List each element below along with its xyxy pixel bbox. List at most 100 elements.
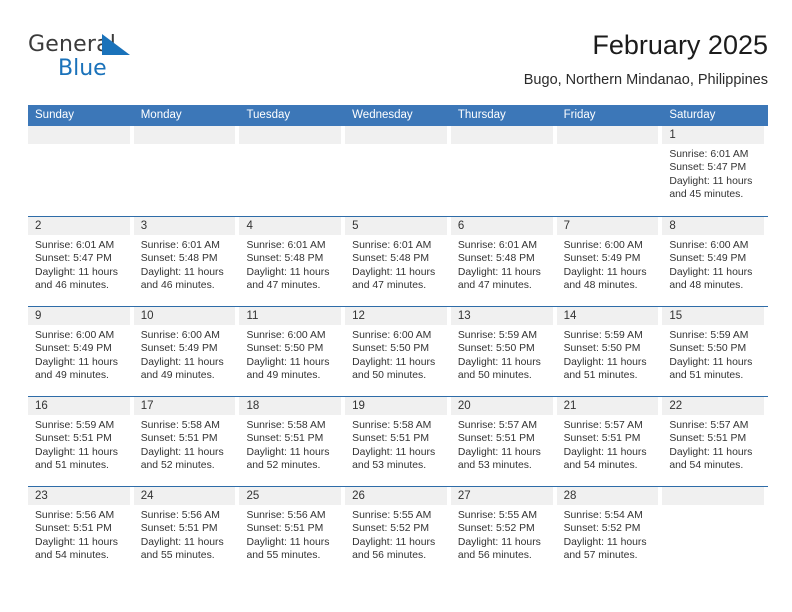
sunrise-text: Sunrise: 5:56 AM xyxy=(140,510,220,521)
calendar-day-cell-empty xyxy=(662,487,768,576)
calendar-day-cell-empty xyxy=(28,126,134,216)
calendar-day-cell[interactable]: 2 Sunrise: 6:01 AM Sunset: 5:47 PM Daylight… xyxy=(28,217,134,306)
sunset-text: Sunset: 5:49 PM xyxy=(140,343,218,355)
daylight-text: Daylight: 11 hours and 51 minutes. xyxy=(669,356,753,381)
logo-text-blue: Blue xyxy=(58,56,107,81)
day-details: Sunrise: 6:01 AM Sunset: 5:47 PM Daylight:… xyxy=(662,144,764,201)
sunrise-text: Sunrise: 5:59 AM xyxy=(35,420,115,431)
calendar-day-cell[interactable]: 6 Sunrise: 6:01 AM Sunset: 5:48 PM Daylight… xyxy=(450,217,557,306)
day-details: Sunrise: 5:57 AM Sunset: 5:51 PM Daylight:… xyxy=(451,415,553,472)
day-details: Sunrise: 6:01 AM Sunset: 5:48 PM Daylight:… xyxy=(451,235,553,292)
calendar-day-cell[interactable]: 4 Sunrise: 6:01 AM Sunset: 5:48 PM Daylight… xyxy=(239,217,345,306)
calendar-day-cell[interactable]: 27 Sunrise: 5:55 AM Sunset: 5:52 PM Dayligh… xyxy=(450,487,557,576)
calendar-week-row: 1 Sunrise: 6:01 AM Sunset: 5:47 PM Daylight… xyxy=(28,126,768,216)
daylight-text: Daylight: 11 hours and 56 minutes. xyxy=(352,536,436,561)
calendar-day-cell-empty xyxy=(345,126,451,216)
calendar-day-cell[interactable]: 16 Sunrise: 5:59 AM Sunset: 5:51 PM Dayligh… xyxy=(28,397,134,486)
calendar-day-cell[interactable]: 9 Sunrise: 6:00 AM Sunset: 5:49 PM Daylight… xyxy=(28,307,134,396)
sunrise-text: Sunrise: 5:59 AM xyxy=(457,330,538,341)
calendar-day-cell[interactable]: 13 Sunrise: 5:59 AM Sunset: 5:50 PM Dayligh… xyxy=(450,307,557,396)
calendar-day-cell[interactable]: 1 Sunrise: 6:01 AM Sunset: 5:47 PM Daylight… xyxy=(662,126,768,216)
calendar-day-cell[interactable]: 15 Sunrise: 5:59 AM Sunset: 5:50 PM Dayligh… xyxy=(662,307,768,396)
calendar-day-cell[interactable]: 23 Sunrise: 5:56 AM Sunset: 5:51 PM Dayligh… xyxy=(28,487,134,576)
weekday-header-thursday: Thursday xyxy=(457,109,506,121)
calendar-weeks: 1 Sunrise: 6:01 AM Sunset: 5:47 PM Daylight… xyxy=(28,126,768,576)
sunset-text: Sunset: 5:52 PM xyxy=(457,523,535,535)
day-number: 1 xyxy=(662,126,765,144)
day-number: 21 xyxy=(556,397,659,415)
sunset-text: Sunset: 5:49 PM xyxy=(563,253,641,265)
sunset-text: Sunset: 5:49 PM xyxy=(669,253,747,265)
calendar-day-cell[interactable]: 11 Sunrise: 6:00 AM Sunset: 5:50 PM Dayligh… xyxy=(239,307,345,396)
day-details: Sunrise: 5:57 AM Sunset: 5:51 PM Daylight:… xyxy=(662,415,764,472)
calendar-day-cell[interactable]: 20 Sunrise: 5:57 AM Sunset: 5:51 PM Dayligh… xyxy=(450,397,557,486)
day-number: 28 xyxy=(556,487,659,505)
daylight-text: Daylight: 11 hours and 57 minutes. xyxy=(563,536,647,561)
day-details: Sunrise: 5:58 AM Sunset: 5:51 PM Daylight:… xyxy=(345,415,447,472)
daylight-text: Daylight: 11 hours and 50 minutes. xyxy=(457,356,541,381)
day-number: 18 xyxy=(239,397,342,415)
sunset-text: Sunset: 5:51 PM xyxy=(35,433,112,445)
calendar-day-cell[interactable]: 25 Sunrise: 5:56 AM Sunset: 5:51 PM Dayligh… xyxy=(239,487,345,576)
sunset-text: Sunset: 5:50 PM xyxy=(563,343,641,355)
day-details: Sunrise: 6:01 AM Sunset: 5:47 PM Daylight:… xyxy=(28,235,130,292)
day-number xyxy=(345,126,447,144)
calendar-day-cell-empty xyxy=(239,126,345,216)
calendar-day-cell-empty xyxy=(450,126,557,216)
day-number: 9 xyxy=(28,307,130,325)
day-number: 26 xyxy=(345,487,447,505)
calendar-day-cell[interactable]: 26 Sunrise: 5:55 AM Sunset: 5:52 PM Dayligh… xyxy=(345,487,451,576)
page-title: February 2025 xyxy=(592,30,768,60)
calendar-day-cell[interactable]: 14 Sunrise: 5:59 AM Sunset: 5:50 PM Dayligh… xyxy=(556,307,663,396)
calendar-day-cell[interactable]: 28 Sunrise: 5:54 AM Sunset: 5:52 PM Dayligh… xyxy=(556,487,663,576)
weekday-header-sunday: Sunday xyxy=(35,109,75,121)
calendar-day-cell[interactable]: 19 Sunrise: 5:58 AM Sunset: 5:51 PM Dayligh… xyxy=(345,397,451,486)
day-number: 7 xyxy=(556,217,659,235)
calendar-page: General Blue February 2025 Bugo, Norther… xyxy=(0,0,792,612)
daylight-text: Daylight: 11 hours and 48 minutes. xyxy=(669,266,753,291)
sunrise-text: Sunrise: 6:00 AM xyxy=(669,240,749,251)
day-details: Sunrise: 6:00 AM Sunset: 5:50 PM Daylight:… xyxy=(345,325,447,382)
daylight-text: Daylight: 11 hours and 54 minutes. xyxy=(35,536,118,561)
day-number: 12 xyxy=(345,307,447,325)
daylight-text: Daylight: 11 hours and 52 minutes. xyxy=(140,446,224,471)
day-number xyxy=(28,126,130,144)
day-number: 4 xyxy=(239,217,342,235)
day-details: Sunrise: 5:56 AM Sunset: 5:51 PM Daylight:… xyxy=(28,505,130,562)
calendar-day-cell-empty xyxy=(556,126,663,216)
sunrise-text: Sunrise: 6:00 AM xyxy=(246,330,326,341)
day-number: 14 xyxy=(556,307,659,325)
day-number xyxy=(133,126,236,144)
calendar-day-cell[interactable]: 8 Sunrise: 6:00 AM Sunset: 5:49 PM Daylight… xyxy=(662,217,768,306)
day-details: Sunrise: 6:00 AM Sunset: 5:49 PM Daylight:… xyxy=(557,235,659,292)
calendar-day-cell[interactable]: 7 Sunrise: 6:00 AM Sunset: 5:49 PM Daylight… xyxy=(556,217,663,306)
calendar-week-row: 23 Sunrise: 5:56 AM Sunset: 5:51 PM Dayligh… xyxy=(28,486,768,576)
calendar-day-cell[interactable]: 3 Sunrise: 6:01 AM Sunset: 5:48 PM Daylight… xyxy=(133,217,240,306)
calendar-day-cell[interactable]: 17 Sunrise: 5:58 AM Sunset: 5:51 PM Dayligh… xyxy=(133,397,240,486)
sunrise-text: Sunrise: 6:00 AM xyxy=(35,330,115,341)
day-number xyxy=(239,126,342,144)
calendar-day-cell[interactable]: 12 Sunrise: 6:00 AM Sunset: 5:50 PM Dayligh… xyxy=(345,307,451,396)
sunset-text: Sunset: 5:48 PM xyxy=(140,253,218,265)
day-number: 8 xyxy=(662,217,765,235)
sunset-text: Sunset: 5:48 PM xyxy=(352,253,429,265)
day-details: Sunrise: 5:56 AM Sunset: 5:51 PM Daylight:… xyxy=(134,505,236,562)
day-details: Sunrise: 5:56 AM Sunset: 5:51 PM Daylight:… xyxy=(239,505,341,562)
calendar-day-cell[interactable]: 21 Sunrise: 5:57 AM Sunset: 5:51 PM Dayligh… xyxy=(556,397,663,486)
calendar-day-cell[interactable]: 24 Sunrise: 5:56 AM Sunset: 5:51 PM Dayligh… xyxy=(133,487,240,576)
sunrise-text: Sunrise: 5:56 AM xyxy=(35,510,115,521)
day-number: 15 xyxy=(662,307,765,325)
calendar-day-cell[interactable]: 22 Sunrise: 5:57 AM Sunset: 5:51 PM Dayligh… xyxy=(662,397,768,486)
sunrise-text: Sunrise: 5:56 AM xyxy=(246,510,326,521)
calendar-day-cell[interactable]: 5 Sunrise: 6:01 AM Sunset: 5:48 PM Daylight… xyxy=(345,217,451,306)
day-number: 6 xyxy=(450,217,553,235)
day-details: Sunrise: 5:55 AM Sunset: 5:52 PM Daylight:… xyxy=(345,505,447,562)
sunset-text: Sunset: 5:51 PM xyxy=(140,523,218,535)
daylight-text: Daylight: 11 hours and 51 minutes. xyxy=(35,446,118,471)
sunrise-text: Sunrise: 5:57 AM xyxy=(563,420,643,431)
daylight-text: Daylight: 11 hours and 49 minutes. xyxy=(35,356,118,381)
sunrise-text: Sunrise: 5:54 AM xyxy=(563,510,643,521)
calendar-day-cell[interactable]: 18 Sunrise: 5:58 AM Sunset: 5:51 PM Dayligh… xyxy=(239,397,345,486)
calendar-day-cell[interactable]: 10 Sunrise: 6:00 AM Sunset: 5:49 PM Dayligh… xyxy=(133,307,240,396)
day-details: Sunrise: 5:59 AM Sunset: 5:50 PM Daylight:… xyxy=(662,325,764,382)
